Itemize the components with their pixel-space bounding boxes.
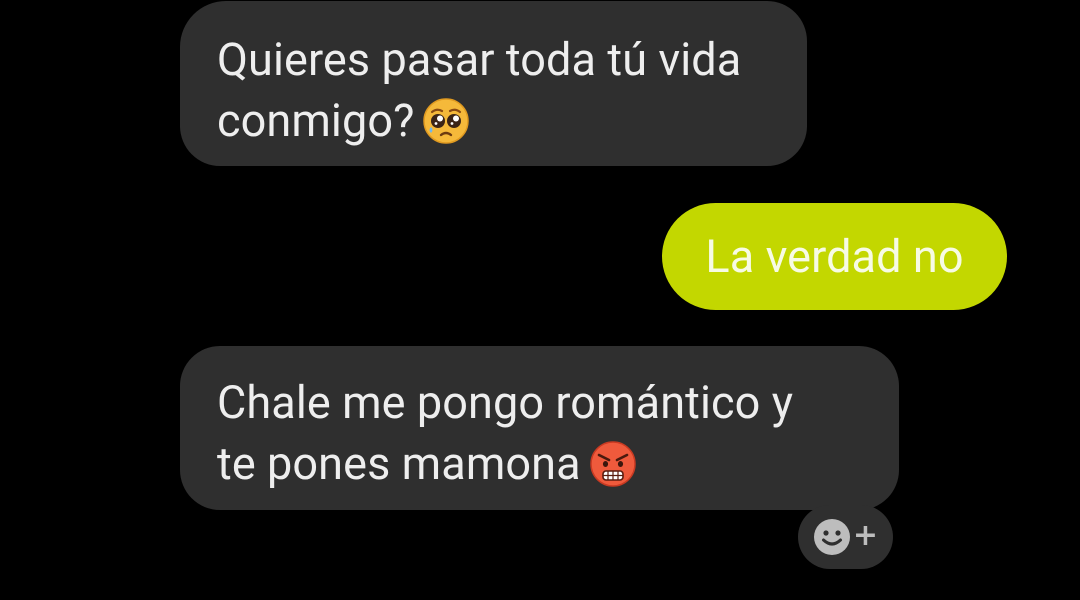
message-text-line: La verdad no	[705, 230, 964, 283]
message-bubble-sent[interactable]: La verdad no	[662, 203, 1007, 310]
message-bubble-received[interactable]: Quieres pasar toda tú vida conmigo?	[180, 1, 807, 166]
message-text-line: Quieres pasar toda tú vida	[217, 33, 742, 86]
message-text-line: conmigo?	[217, 90, 771, 151]
smiley-face-icon	[813, 518, 851, 556]
message-text-line: te pones mamona	[217, 433, 863, 494]
pleading-face-emoji-icon	[422, 97, 470, 145]
add-reaction-button[interactable]: +	[798, 505, 893, 569]
message-bubble-received[interactable]: Chale me pongo romántico y te pones mamo…	[180, 346, 899, 510]
chat-thread: Quieres pasar toda tú vida conmigo? La v…	[0, 0, 1080, 600]
message-text-line: Chale me pongo romántico y	[217, 376, 794, 429]
enraged-face-emoji-icon	[589, 440, 637, 488]
plus-icon: +	[852, 518, 879, 553]
